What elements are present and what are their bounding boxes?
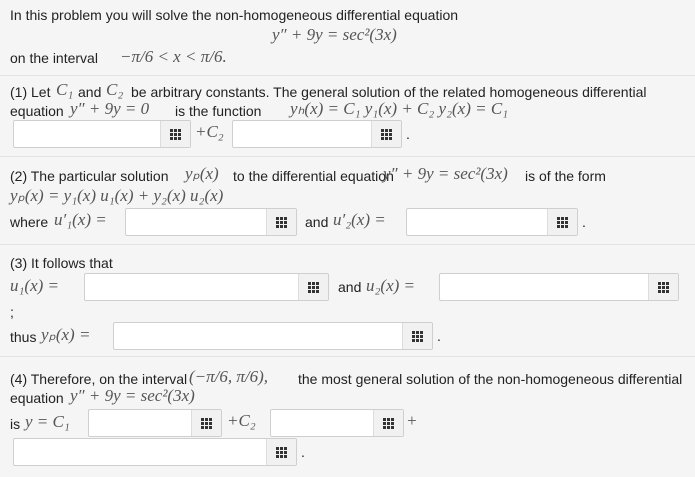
part2-and: and: [305, 214, 329, 230]
math-editor-button[interactable]: [373, 410, 403, 436]
part1-line2-b: is the function: [175, 103, 262, 119]
plus-sign: +: [406, 411, 418, 430]
interval-prefix: on the interval: [10, 50, 98, 66]
u1-label: u₁(x) =: [10, 276, 59, 295]
intro-equation: y″ + 9y = sec²(3x): [272, 25, 397, 44]
part4-line1-b: the most general solution of the non-hom…: [298, 371, 683, 387]
part1-label: (1) Let: [10, 84, 51, 100]
part2-line1-c: is of the form: [525, 168, 606, 184]
thus-label: thus: [10, 329, 37, 345]
part4-equation: y″ + 9y = sec²(3x): [70, 386, 195, 405]
u1-prime-label: u′₁(x) =: [54, 210, 107, 229]
gen-c2-input[interactable]: [270, 409, 404, 437]
u2-prime-label: u′₂(x) =: [333, 210, 386, 229]
u1-input[interactable]: [84, 273, 329, 301]
math-editor-button[interactable]: [402, 323, 432, 349]
part1-line2-a: equation: [10, 103, 64, 119]
yh-formula: yₕ(x) = C₁ y₁(x) + C₂ y₂(x) = C₁: [290, 99, 509, 118]
part4-interval: (−π/6, π/6),: [189, 367, 269, 386]
math-editor-button[interactable]: [266, 439, 296, 465]
gen-c1-input[interactable]: [88, 409, 222, 437]
part4-label: (4) Therefore, on the interval: [10, 371, 188, 387]
part2-equation: y″ + 9y = sec²(3x): [383, 164, 508, 183]
math-editor-button[interactable]: [371, 121, 401, 147]
math-editor-button[interactable]: [266, 209, 296, 235]
yh-c1-input[interactable]: [13, 120, 191, 148]
part1-line1: be arbitrary constants. The general solu…: [131, 84, 647, 100]
keypad-icon: [658, 281, 669, 293]
yp-form: yₚ(x) = y₁(x) u₁(x) + y₂(x) u₂(x): [10, 186, 224, 205]
period: .: [406, 126, 410, 142]
where-label: where: [10, 214, 49, 230]
keypad-icon: [383, 417, 394, 429]
math-editor-button[interactable]: [648, 274, 678, 300]
intro-text: In this problem you will solve the non-h…: [10, 7, 459, 23]
math-editor-button[interactable]: [298, 274, 328, 300]
part2-label: (2) The particular solution: [10, 168, 169, 184]
part3-intro: (3) It follows that: [10, 255, 113, 271]
period: .: [437, 328, 441, 344]
yp-input[interactable]: [113, 322, 433, 350]
keypad-icon: [201, 417, 212, 429]
plus-c2: +C₂: [227, 411, 256, 430]
yp-label: yₚ(x) =: [41, 325, 91, 344]
yp-symbol: yₚ(x): [185, 164, 219, 183]
is-label: is: [10, 416, 21, 432]
period: .: [582, 214, 586, 230]
hom-equation: y″ + 9y = 0: [70, 99, 150, 118]
math-editor-button[interactable]: [160, 121, 190, 147]
part2-line1-b: to the differential equation: [233, 168, 394, 184]
keypad-icon: [557, 216, 568, 228]
c1-symbol: C₁: [56, 80, 74, 99]
c2-symbol: C₂: [106, 80, 124, 99]
period: .: [301, 444, 305, 460]
keypad-icon: [308, 281, 319, 293]
part1-and: and: [78, 84, 102, 100]
keypad-icon: [170, 128, 181, 140]
u2-input[interactable]: [439, 273, 679, 301]
u2-label: u₂(x) =: [366, 276, 415, 295]
semicolon: ;: [10, 304, 14, 320]
keypad-icon: [276, 216, 287, 228]
u2-prime-input[interactable]: [406, 208, 578, 236]
math-editor-button[interactable]: [547, 209, 577, 235]
part3-and: and: [338, 279, 362, 295]
interval: −π/6 < x < π/6.: [120, 47, 227, 66]
keypad-icon: [276, 446, 287, 458]
yh-c2-input[interactable]: [232, 120, 402, 148]
y-c1-label: y = C₁: [25, 412, 70, 431]
keypad-icon: [412, 330, 423, 342]
gen-rest-input[interactable]: [13, 438, 297, 466]
math-editor-button[interactable]: [191, 410, 221, 436]
u1-prime-input[interactable]: [125, 208, 297, 236]
keypad-icon: [381, 128, 392, 140]
plus-c2: +C₂: [195, 122, 224, 141]
part4-line2-a: equation: [10, 390, 64, 406]
